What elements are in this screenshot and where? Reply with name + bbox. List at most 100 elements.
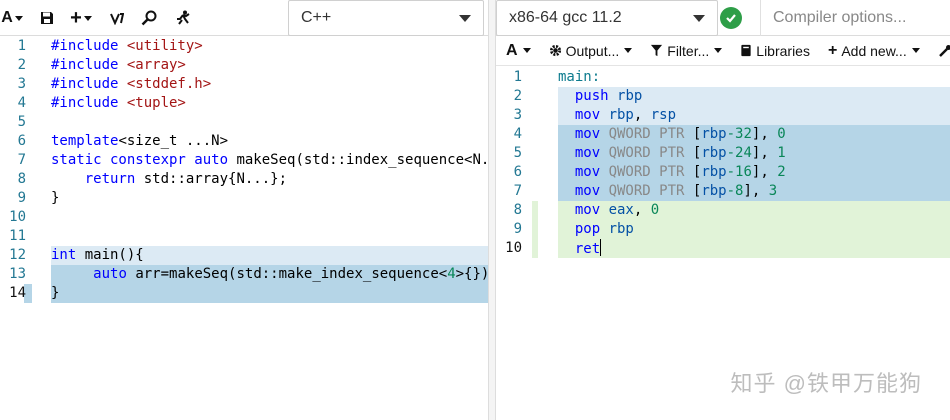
code-line[interactable]: 7 mov QWORD PTR [rbp-8], 3 — [496, 182, 950, 201]
run-button[interactable] — [172, 0, 194, 36]
line-text: push rbp — [574, 88, 643, 104]
gear-icon — [549, 44, 561, 57]
compiler-options-input[interactable]: Compiler options... — [760, 0, 950, 36]
line-number[interactable]: 7 — [496, 182, 522, 201]
font-icon: A — [506, 41, 518, 59]
chevron-down-icon — [693, 15, 705, 22]
line-text: auto arr=makeSeq(std::make_index_sequenc… — [93, 266, 489, 282]
code-line[interactable]: 4 mov QWORD PTR [rbp-32], 0 — [496, 125, 950, 144]
search-icon — [141, 10, 157, 26]
add-pane-button[interactable]: + — [66, 0, 96, 36]
libraries-button[interactable]: Libraries — [740, 43, 810, 59]
line-number[interactable]: 8 — [0, 170, 26, 189]
line-number[interactable]: 12 — [0, 246, 26, 265]
code-line[interactable]: 7 static constexpr auto makeSeq(std::inde… — [0, 151, 488, 170]
libraries-label: Libraries — [756, 42, 810, 59]
tools-button[interactable] — [938, 44, 950, 58]
book-icon — [741, 44, 751, 57]
compiler-select[interactable]: x86-64 gcc 11.2 — [496, 0, 718, 36]
output-label: Output... — [565, 42, 620, 59]
line-number[interactable]: 4 — [0, 94, 26, 113]
line-text: mov QWORD PTR [rbp-16], 2 — [574, 164, 786, 180]
language-select[interactable]: C++ — [288, 0, 484, 36]
code-line[interactable]: 3 mov rbp, rsp — [496, 106, 950, 125]
code-line[interactable]: 14} — [0, 284, 488, 303]
line-number[interactable]: 14 — [0, 284, 26, 303]
line-number[interactable]: 4 — [496, 125, 522, 144]
line-text: #include <utility> — [51, 38, 203, 54]
line-number[interactable]: 7 — [0, 151, 26, 170]
compiler-subbar: A Output... Filter... Libraries + Add ne… — [496, 36, 950, 66]
output-menu-button[interactable]: Output... — [549, 43, 633, 59]
vim-mode-button[interactable] — [106, 0, 128, 36]
line-number[interactable]: 3 — [496, 106, 522, 125]
line-text: mov eax, 0 — [574, 202, 660, 218]
code-line[interactable]: 3 #include <stddef.h> — [0, 75, 488, 94]
search-button[interactable] — [138, 0, 160, 36]
code-line[interactable]: 9} — [0, 189, 488, 208]
font-icon: A — [1, 9, 13, 26]
source-toolbar: A + C++ — [0, 0, 488, 36]
line-number[interactable]: 1 — [0, 37, 26, 56]
line-text: } — [51, 190, 60, 206]
line-number[interactable]: 8 — [496, 201, 522, 220]
vim-icon — [110, 13, 124, 25]
plus-icon: + — [827, 41, 838, 59]
line-text: ret — [574, 239, 602, 257]
font-size-button[interactable]: A — [506, 42, 531, 60]
add-new-label: Add new... — [841, 42, 907, 59]
compiler-toolbar: x86-64 gcc 11.2 Compiler options... — [496, 0, 950, 36]
filter-label: Filter... — [667, 42, 710, 59]
code-line[interactable]: 10 ret — [496, 239, 950, 258]
line-number[interactable]: 2 — [0, 56, 26, 75]
line-number[interactable]: 11 — [0, 227, 26, 246]
font-size-button[interactable]: A — [0, 0, 24, 36]
line-number[interactable]: 1 — [496, 68, 522, 87]
line-number[interactable]: 10 — [0, 208, 26, 227]
floppy-disk-icon — [41, 12, 53, 24]
compile-status-icon[interactable] — [720, 7, 742, 29]
code-line[interactable]: 8 return std::array{N...}; — [0, 170, 488, 189]
save-button[interactable] — [36, 0, 58, 36]
line-text: mov QWORD PTR [rbp-32], 0 — [574, 126, 786, 142]
line-number[interactable]: 13 — [0, 265, 26, 284]
line-number[interactable]: 10 — [496, 239, 522, 258]
code-line[interactable]: 4 #include <tuple> — [0, 94, 488, 113]
code-line[interactable]: 5 — [0, 113, 488, 132]
line-number[interactable]: 9 — [0, 189, 26, 208]
line-number[interactable]: 5 — [0, 113, 26, 132]
line-number[interactable]: 3 — [0, 75, 26, 94]
compiler-pane: x86-64 gcc 11.2 Compiler options... A Ou… — [495, 0, 950, 420]
add-new-button[interactable]: + Add new... — [828, 42, 920, 60]
code-line[interactable]: 2 #include <array> — [0, 56, 488, 75]
code-line[interactable]: 1 main: — [496, 68, 950, 87]
line-number[interactable]: 2 — [496, 87, 522, 106]
line-number[interactable]: 9 — [496, 220, 522, 239]
line-text: #include <stddef.h> — [51, 76, 212, 92]
code-line[interactable]: 1 #include <utility> — [0, 37, 488, 56]
line-text: mov QWORD PTR [rbp-8], 3 — [574, 183, 778, 199]
code-line[interactable]: 6 mov QWORD PTR [rbp-16], 2 — [496, 163, 950, 182]
text-cursor — [600, 239, 602, 256]
compiler-value: x86-64 gcc 11.2 — [509, 9, 622, 26]
code-line[interactable]: 10 — [0, 208, 488, 227]
compiler-options-placeholder: Compiler options... — [773, 9, 907, 26]
code-line[interactable]: 2 push rbp — [496, 87, 950, 106]
code-line[interactable]: 9 pop rbp — [496, 220, 950, 239]
line-text: mov QWORD PTR [rbp-24], 1 — [574, 145, 786, 161]
code-line[interactable]: 11 — [0, 227, 488, 246]
line-number[interactable]: 6 — [496, 163, 522, 182]
assembly-output-area[interactable]: 1 main: 2 push rbp 3 mov rbp, rsp 4 mov QWOR… — [496, 68, 950, 258]
code-line[interactable]: 13 auto arr=makeSeq(std::make_index_sequ… — [0, 265, 488, 284]
code-line[interactable]: 12 int main(){ — [0, 246, 488, 265]
code-line[interactable]: 6 template<size_t ...N> — [0, 132, 488, 151]
code-line[interactable]: 5 mov QWORD PTR [rbp-24], 1 — [496, 144, 950, 163]
source-code-area[interactable]: 1 #include <utility> 2 #include <array> 3 #in… — [0, 37, 488, 303]
filter-menu-button[interactable]: Filter... — [650, 42, 723, 59]
line-number[interactable]: 5 — [496, 144, 522, 163]
language-value: C++ — [301, 9, 332, 26]
line-text: main: — [558, 69, 601, 85]
plus-icon: + — [70, 6, 82, 29]
line-number[interactable]: 6 — [0, 132, 26, 151]
code-line[interactable]: 8 mov eax, 0 — [496, 201, 950, 220]
